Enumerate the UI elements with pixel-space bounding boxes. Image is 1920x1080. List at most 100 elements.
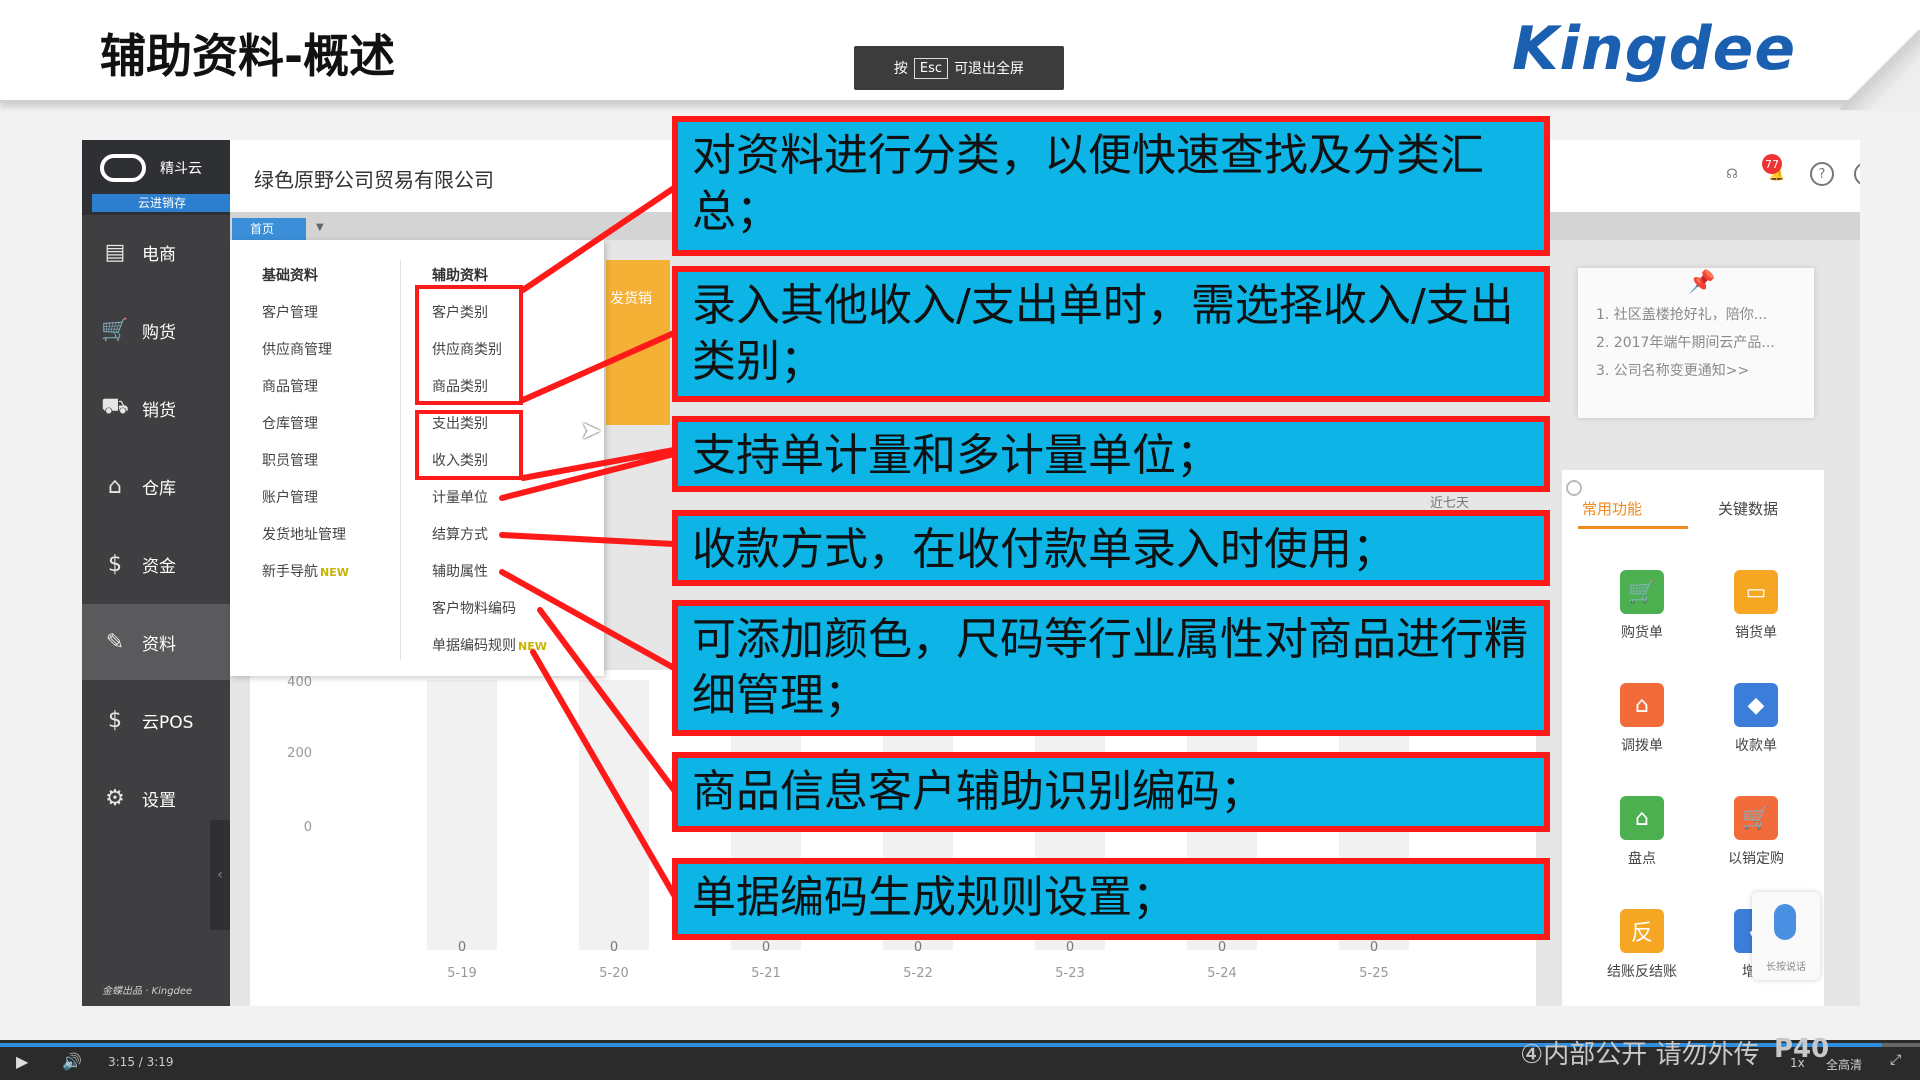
tab-common-functions[interactable]: 常用功能 [1582,498,1642,519]
logo-subtitle: 云进销存 [92,194,232,212]
callout-income-expense: 录入其他收入/支出单时，需选择收入/支出类别； [672,266,1550,402]
microphone-icon [1774,904,1796,940]
function-button-icon[interactable]: ⌂ [1620,683,1664,727]
quality-button[interactable]: 全高清 [1826,1056,1862,1073]
sidebar-item-sales[interactable]: ⛟ 销货 [82,370,230,446]
y-tick-label: 200 [287,746,312,761]
back-icon[interactable]: ← [1854,162,1860,186]
kingdee-logo: Kingdee [1512,14,1797,84]
menu-item-doc-code-rule[interactable]: 单据编码规则 NEW [432,628,547,665]
sidebar-item-cloud-pos[interactable]: $ 云POS [82,682,230,758]
function-button-icon[interactable]: 🛒 [1620,570,1664,614]
sidebar-item-warehouse[interactable]: ⌂ 仓库 [82,448,230,524]
sidebar-item-settings[interactable]: ⚙ 设置 [82,760,230,836]
sidebar-collapse-button[interactable]: ‹ [210,820,230,930]
tab-key-data[interactable]: 关键数据 [1718,498,1778,519]
function-button-label[interactable]: 结账反结账 [1597,961,1687,981]
sidebar-item-label: 销货 [142,400,176,421]
function-button-icon[interactable]: ⌂ [1620,796,1664,840]
x-tick-label: 5-21 [751,966,781,981]
menu-item-customer-mgmt[interactable]: 客户管理 [262,295,349,332]
chevron-down-icon[interactable]: ▼ [316,222,324,233]
function-button-label[interactable]: 收款单 [1711,735,1801,755]
function-button-label[interactable]: 购货单 [1597,622,1687,642]
menu-item-beginner-guide[interactable]: 新手导航 NEW [262,554,349,591]
cart-icon: 🛒 [101,317,129,343]
sidebar-item-label: 资料 [142,634,176,655]
x-tick-label: 5-19 [447,966,477,981]
menu-item-customer-material-code[interactable]: 客户物料编码 [432,591,547,628]
function-button-label[interactable]: 销货单 [1711,622,1801,642]
callout-classification: 对资料进行分类，以便快速查找及分类汇总； [672,116,1550,256]
x-tick-label: 5-23 [1055,966,1085,981]
notice-item[interactable]: 2. 2017年端午期间云产品... [1596,332,1775,352]
menu-item-aux-attribute[interactable]: 辅助属性 [432,554,547,591]
menu-item-ship-address-mgmt[interactable]: 发货地址管理 [262,517,349,554]
function-button-icon[interactable]: ▭ [1734,570,1778,614]
bar-value-label: 0 [1369,940,1379,955]
menu-item-unit[interactable]: 计量单位 [432,480,547,517]
voice-button-label: 长按说话 [1766,962,1806,973]
play-icon[interactable]: ▶ [16,1052,28,1071]
y-tick-label: 0 [303,820,312,835]
menu-item-warehouse-mgmt[interactable]: 仓库管理 [262,406,349,443]
sidebar-item-purchase[interactable]: 🛒 购货 [82,292,230,368]
help-icon[interactable]: ? [1810,162,1834,186]
x-tick-label: 5-25 [1359,966,1389,981]
function-button-label[interactable]: 以销定购 [1711,848,1801,868]
pos-icon: $ [108,707,122,733]
time-readout: 3:15 / 3:19 [108,1055,174,1069]
esc-key: Esc [913,57,949,79]
sidebar-item-label: 云POS [142,712,194,733]
function-button-icon[interactable]: 反 [1620,909,1664,953]
gear-icon: ⚙ [105,785,125,811]
pencil-icon: ✎ [105,629,125,655]
sidebar-footer: 金蝶出品 · Kingdee [102,986,193,997]
x-tick-label: 5-24 [1207,966,1237,981]
chart-bar [579,680,649,950]
tab-home[interactable]: 首页 [232,218,306,240]
sidebar-item-ecommerce[interactable]: ▤ 电商 [82,214,230,290]
warehouse-icon: ⌂ [108,473,122,499]
bar-value-label: 0 [609,940,619,955]
esc-hint-prefix: 按 [893,61,908,77]
callout-aux-attribute: 可添加颜色，尺码等行业属性对商品进行精细管理； [672,600,1550,736]
watermark-text: ④内部公开 请勿外传 [1520,1040,1760,1070]
function-button-label[interactable]: 调拨单 [1597,735,1687,755]
speed-button[interactable]: 1x [1790,1056,1805,1070]
sidebar-item-funds[interactable]: $ 资金 [82,526,230,602]
chart-range-dropdown[interactable]: 近七天 [1430,492,1469,511]
esc-exit-hint: 按 Esc 可退出全屏 [854,46,1064,90]
sidebar-item-data[interactable]: ✎ 资料 [82,604,230,680]
sales-icon: ⛟ [101,394,129,419]
sidebar-item-label: 设置 [142,790,176,811]
menu-item-staff-mgmt[interactable]: 职员管理 [262,443,349,480]
volume-icon[interactable]: 🔊 [62,1052,82,1071]
money-icon: $ [108,551,122,577]
mouse-cursor-icon: ➤ [580,416,602,446]
app-logo: 精斗云 云进销存 [82,140,232,215]
bar-value-label: 0 [913,940,923,955]
bar-value-label: 0 [457,940,467,955]
menu-item-supplier-mgmt[interactable]: 供应商管理 [262,332,349,369]
esc-hint-suffix: 可退出全屏 [954,61,1025,77]
function-button-icon[interactable]: ◆ [1734,683,1778,727]
callout-customer-code: 商品信息客户辅助识别编码； [672,752,1550,832]
notice-item[interactable]: 3. 公司名称变更通知>> [1596,360,1749,380]
radio-icon[interactable] [1566,480,1582,496]
dashboard-orange-card [606,260,670,425]
sidebar-item-label: 购货 [142,322,176,343]
highlight-box-income-expense [415,410,523,480]
menu-item-settlement-method[interactable]: 结算方式 [432,517,547,554]
sidebar: 精斗云 云进销存 ▤ 电商 🛒 购货 ⛟ 销货 ⌂ 仓库 $ 资金 ✎ 资料 $… [82,140,232,1006]
notice-item[interactable]: 1. 社区盖楼抢好礼，陪你... [1596,304,1767,324]
menu-item-account-mgmt[interactable]: 账户管理 [262,480,349,517]
fullscreen-icon[interactable]: ⤢ [1890,1052,1901,1068]
menu-item-goods-mgmt[interactable]: 商品管理 [262,369,349,406]
headset-icon[interactable]: ☊ [1720,162,1744,186]
dashboard-orange-label: 发货销 [610,291,652,307]
function-button-label[interactable]: 盘点 [1597,848,1687,868]
function-button-icon[interactable]: 🛒 [1734,796,1778,840]
x-tick-label: 5-20 [599,966,629,981]
x-tick-label: 5-22 [903,966,933,981]
